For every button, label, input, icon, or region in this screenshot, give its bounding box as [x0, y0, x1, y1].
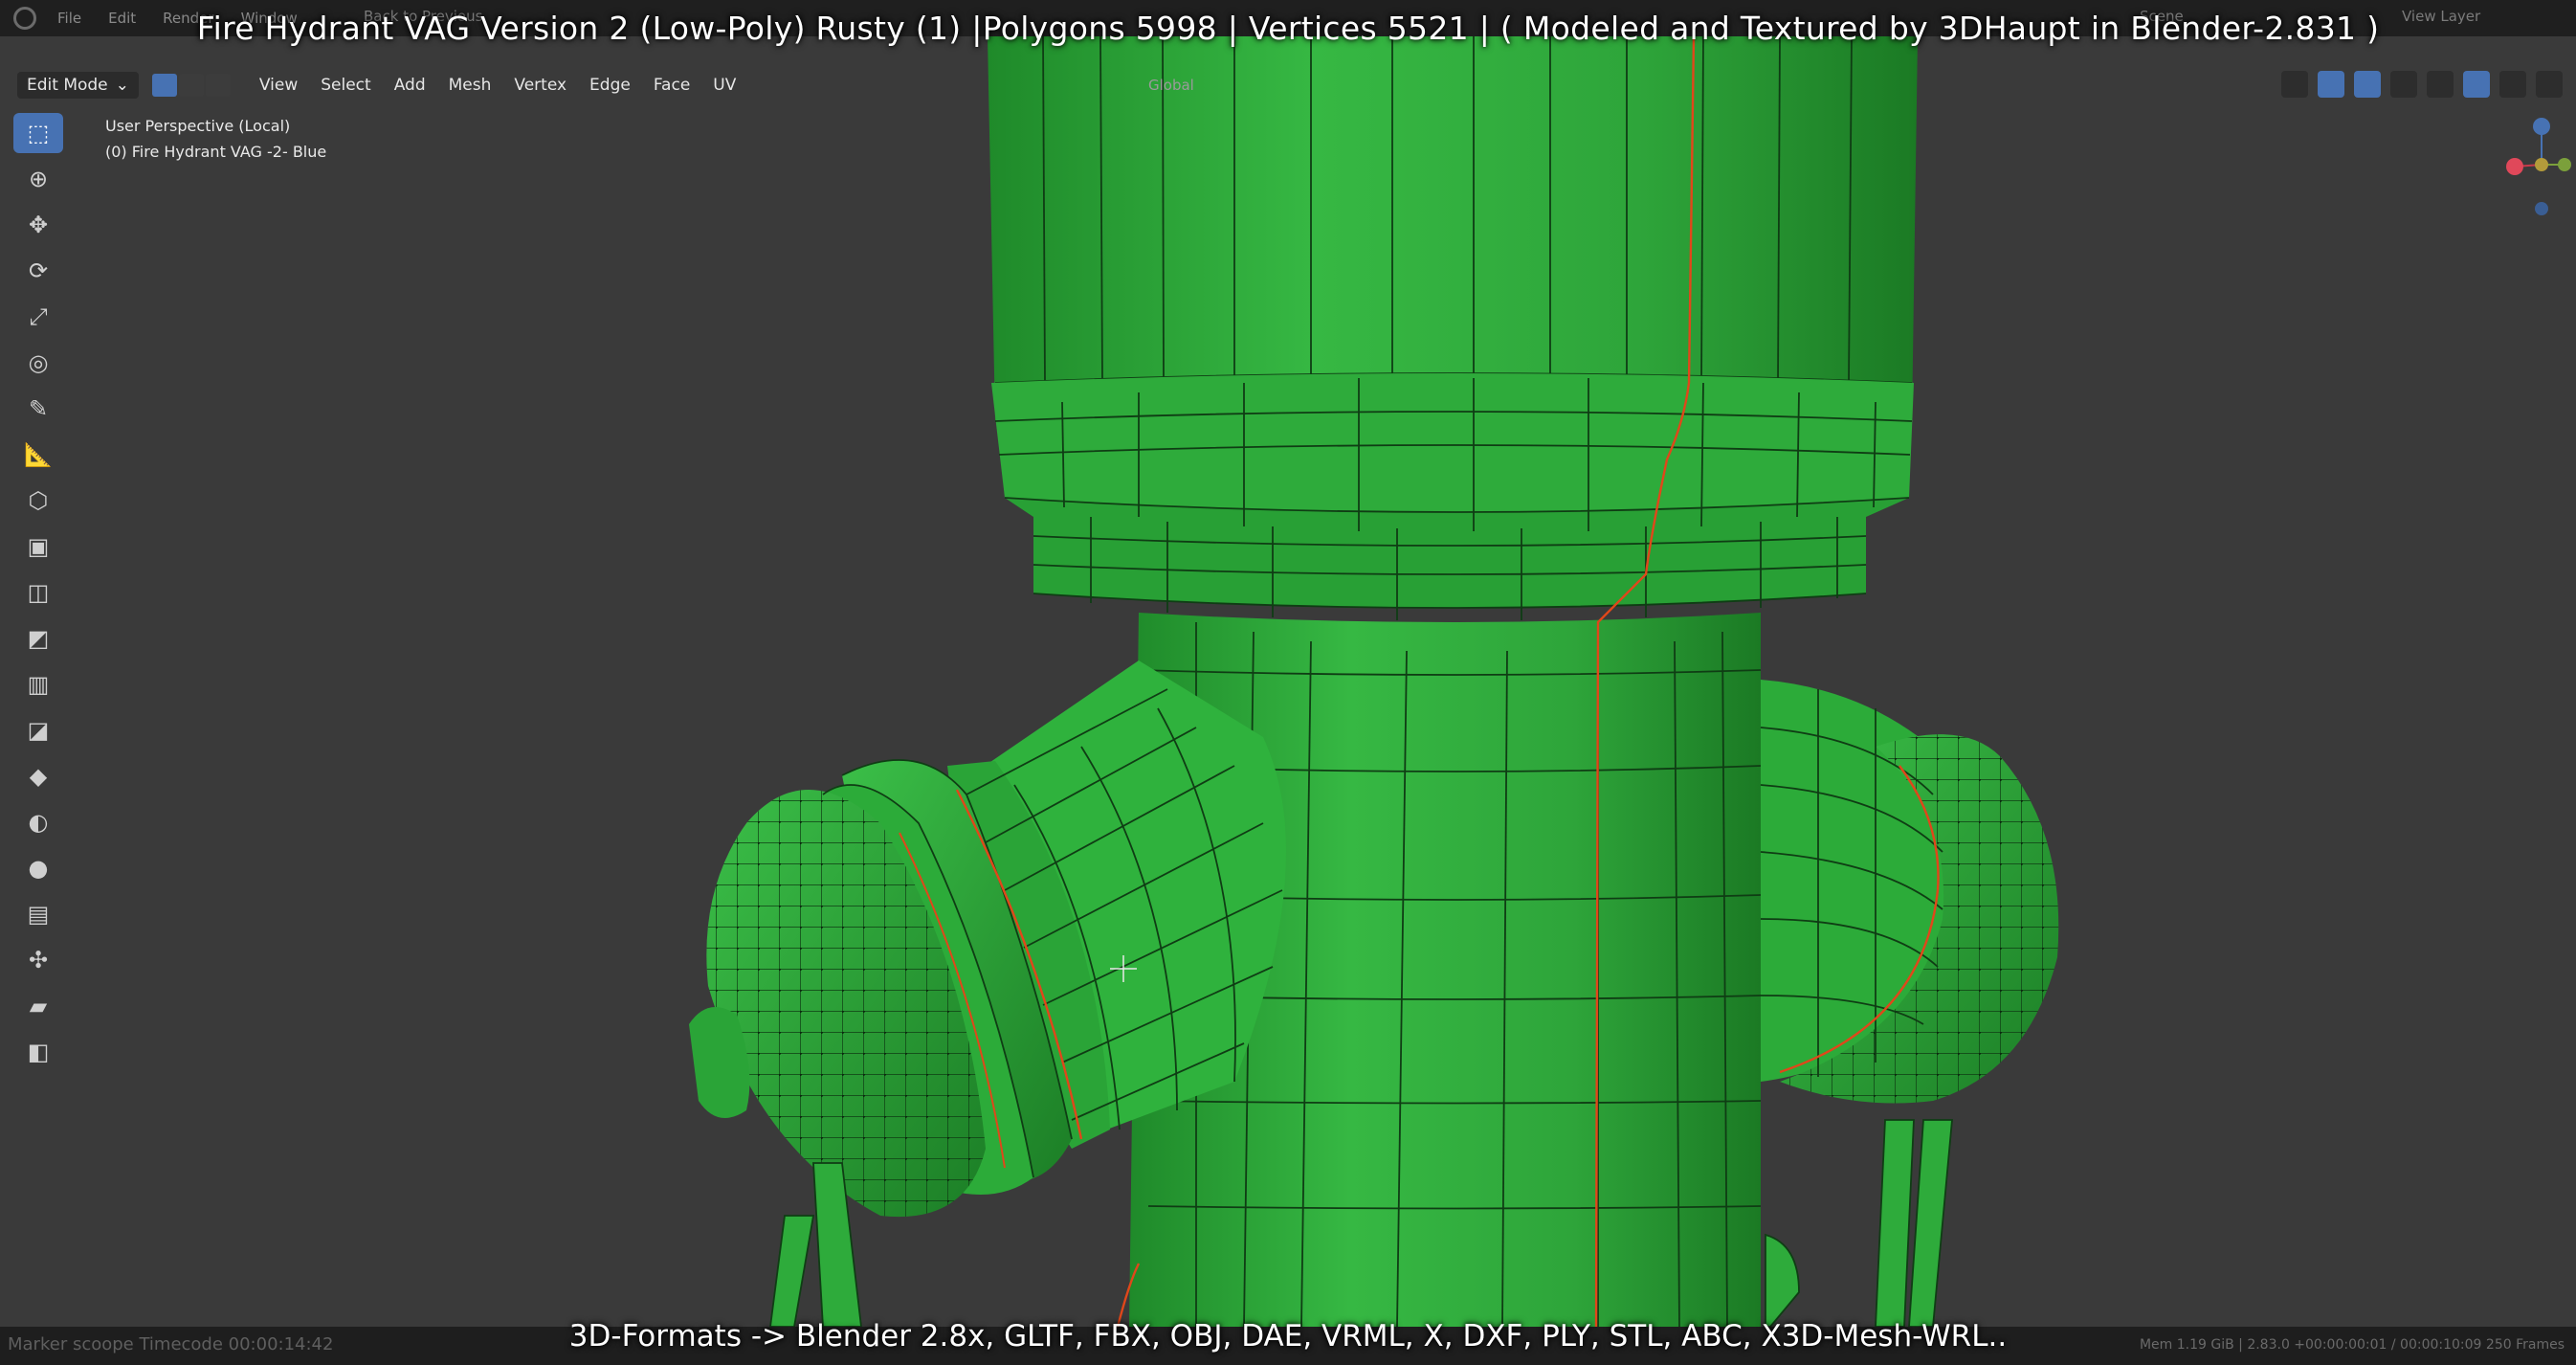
select-mode-group	[151, 74, 231, 97]
3d-viewport[interactable]	[0, 36, 2576, 1327]
viewport-header: Edit Mode ⌄ View Select Add Mesh Vertex …	[0, 67, 2576, 103]
tool-shelf: ⬚ ⊕ ✥ ⟳ ⤢ ◎ ✎ 📐 ⬡ ▣ ◫ ◩ ▥ ◪ ◆ ◐ ● ▤ ✣ ▰ …	[10, 113, 67, 1072]
select-box-icon[interactable]: ⬚	[13, 113, 63, 153]
rendered-shading-icon[interactable]	[2536, 71, 2563, 98]
measure-icon[interactable]: 📐	[13, 435, 63, 475]
perspective-label: User Perspective (Local)	[105, 117, 291, 135]
transform-icon[interactable]: ◎	[13, 343, 63, 383]
y-neg-axis-icon	[2535, 158, 2548, 171]
spin-icon[interactable]: ◐	[13, 802, 63, 842]
viewport-shading-controls	[2281, 71, 2563, 98]
poly-build-icon[interactable]: ◆	[13, 756, 63, 796]
x-axis-icon	[2506, 158, 2523, 175]
smooth-icon[interactable]: ●	[13, 848, 63, 888]
right-nozzle	[1760, 680, 2059, 1104]
add-cube-icon[interactable]: ⬡	[13, 481, 63, 521]
viewport-info: User Perspective (Local) (0) Fire Hydran…	[105, 113, 326, 165]
knife-icon[interactable]: ◪	[13, 710, 63, 750]
menu-face[interactable]: Face	[654, 76, 690, 95]
transform-orientation[interactable]: Global	[1148, 77, 1194, 94]
y-axis-icon	[2558, 158, 2571, 171]
shrink-icon[interactable]: ✣	[13, 940, 63, 980]
rotate-icon[interactable]: ⟳	[13, 251, 63, 291]
menu-uv[interactable]: UV	[713, 76, 736, 95]
move-icon[interactable]: ✥	[13, 205, 63, 245]
title-caption: Fire Hydrant VAG Version 2 (Low-Poly) Ru…	[196, 10, 2380, 47]
xray-icon[interactable]	[2390, 71, 2417, 98]
scale-icon[interactable]: ⤢	[13, 297, 63, 337]
annotate-icon[interactable]: ✎	[13, 389, 63, 429]
header-menu: View Select Add Mesh Vertex Edge Face UV	[259, 76, 736, 95]
overlay-toggle-icon[interactable]	[2354, 71, 2381, 98]
material-shading-icon[interactable]	[2499, 71, 2526, 98]
flange	[991, 373, 1914, 620]
menu-mesh[interactable]: Mesh	[449, 76, 492, 95]
active-object-label: (0) Fire Hydrant VAG -2- Blue	[105, 143, 327, 161]
gizmo-toggle-icon[interactable]	[2318, 71, 2344, 98]
loop-cut-icon[interactable]: ▥	[13, 664, 63, 705]
navigation-gizmo[interactable]	[2505, 117, 2572, 222]
menu-add[interactable]: Add	[394, 76, 426, 95]
menu-edge[interactable]: Edge	[589, 76, 631, 95]
bevel-icon[interactable]: ◩	[13, 618, 63, 659]
visibility-icon[interactable]	[2281, 71, 2308, 98]
extrude-icon[interactable]: ▣	[13, 526, 63, 567]
z-neg-axis-icon	[2535, 202, 2548, 215]
rip-icon[interactable]: ◧	[13, 1032, 63, 1072]
edge-select-icon[interactable]	[178, 74, 204, 97]
mode-selector[interactable]: Edit Mode ⌄	[17, 72, 139, 99]
z-axis-icon	[2533, 118, 2550, 135]
inset-icon[interactable]: ◫	[13, 572, 63, 613]
3d-cursor-icon	[1110, 955, 1137, 982]
formats-caption: 3D-Formats -> Blender 2.8x, GLTF, FBX, O…	[568, 1319, 2008, 1354]
menu-vertex[interactable]: Vertex	[514, 76, 566, 95]
cursor-icon[interactable]: ⊕	[13, 159, 63, 199]
vertex-select-icon[interactable]	[151, 74, 177, 97]
face-select-icon[interactable]	[205, 74, 231, 97]
solid-shading-icon[interactable]	[2463, 71, 2490, 98]
menu-select[interactable]: Select	[321, 76, 370, 95]
shear-icon[interactable]: ▰	[13, 986, 63, 1026]
edge-slide-icon[interactable]: ▤	[13, 894, 63, 934]
mode-label: Edit Mode	[27, 76, 108, 95]
chevron-down-icon: ⌄	[115, 76, 129, 95]
menu-view[interactable]: View	[259, 76, 298, 95]
wireframe-shading-icon[interactable]	[2427, 71, 2454, 98]
